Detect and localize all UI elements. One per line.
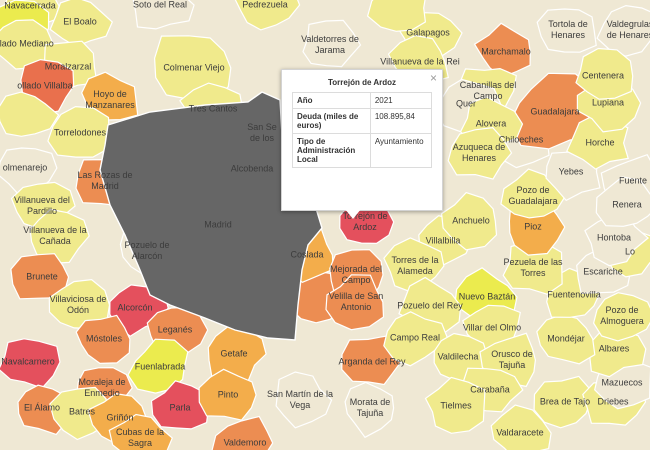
row-label: Tipo de Administración Local bbox=[292, 133, 371, 168]
municipality-navalcarnero[interactable] bbox=[0, 338, 61, 389]
municipality-valdemoro[interactable] bbox=[211, 415, 274, 450]
table-row: Tipo de Administración Local Ayuntamient… bbox=[292, 133, 433, 168]
map-canvas[interactable] bbox=[0, 0, 650, 450]
choropleth-map[interactable]: Navacerrada El Boalo Soto del Real Pedrezue… bbox=[0, 0, 650, 450]
municipality-tortola-de-henares[interactable] bbox=[536, 8, 597, 53]
municipality-pozo-de-almoguera[interactable] bbox=[592, 292, 650, 342]
municipality-valdetorres-de-jarama[interactable] bbox=[302, 19, 362, 68]
municipality-el-boalo[interactable] bbox=[49, 0, 114, 48]
municipality-valdeolmos[interactable] bbox=[366, 0, 427, 32]
municipality-soto-del-real[interactable] bbox=[132, 0, 195, 30]
municipality-mond-jar[interactable] bbox=[536, 313, 596, 365]
municipality-m-stoles[interactable] bbox=[75, 314, 131, 365]
municipality-san-mart-n-de-la-vega[interactable] bbox=[275, 371, 333, 429]
municipality-pedrezuela[interactable] bbox=[234, 0, 301, 31]
row-value: 108.895,84 bbox=[369, 108, 433, 134]
row-value: 2021 bbox=[369, 92, 433, 109]
close-icon[interactable]: × bbox=[430, 71, 437, 85]
table-row: Año 2021 bbox=[292, 92, 433, 109]
popup-table: Año 2021 Deuda (miles de euros) 108.895,… bbox=[292, 92, 433, 168]
row-label: Deuda (miles de euros) bbox=[292, 108, 371, 134]
municipality-tielmes[interactable] bbox=[424, 376, 486, 434]
popup-title: Torrejón de Ardoz bbox=[328, 78, 396, 87]
popup-pointer bbox=[345, 209, 361, 219]
row-label: Año bbox=[292, 92, 371, 109]
row-value: Ayuntamiento bbox=[369, 133, 433, 168]
info-popup: × Torrejón de Ardoz Año 2021 Deuda (mile… bbox=[281, 69, 443, 211]
table-row: Deuda (miles de euros) 108.895,84 bbox=[292, 108, 433, 134]
municipality-brea-de-tajo[interactable] bbox=[533, 375, 591, 429]
municipality-morata-de-taju-a[interactable] bbox=[344, 381, 395, 439]
